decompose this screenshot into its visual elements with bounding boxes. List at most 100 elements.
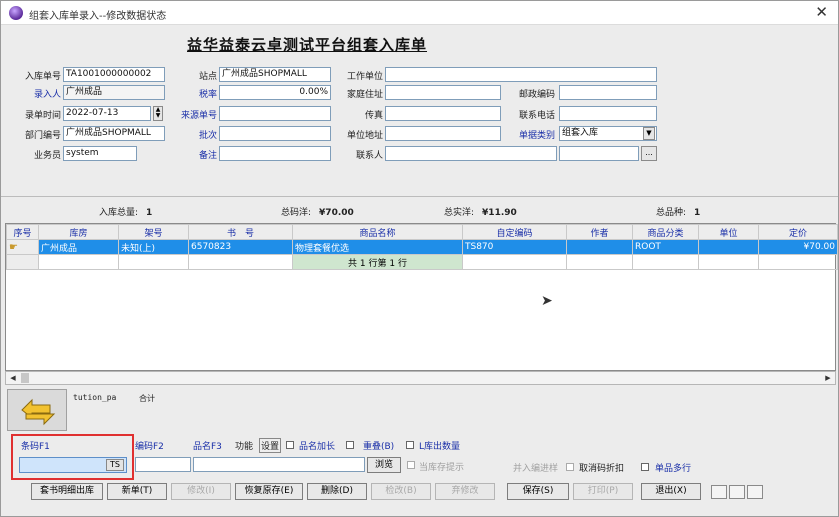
discount-label: 取消码折扣 bbox=[579, 464, 625, 474]
table-row[interactable]: 共 1 行第 1 行 bbox=[6, 254, 838, 270]
dept-code-field[interactable]: 广州成品SHOPMALL bbox=[63, 126, 165, 141]
table-cell[interactable]: ROOT bbox=[632, 239, 699, 255]
doc-type-label: 单据类别 bbox=[518, 131, 555, 141]
col-header[interactable]: 商品名称 bbox=[292, 224, 463, 240]
merge-checkbox[interactable] bbox=[566, 463, 574, 471]
contact-field[interactable] bbox=[385, 146, 557, 161]
source-no-field[interactable] bbox=[219, 106, 331, 121]
browse-dots-button[interactable]: ... bbox=[641, 146, 657, 161]
col-header[interactable]: 作者 bbox=[566, 224, 633, 240]
table-cell[interactable] bbox=[566, 239, 633, 255]
name-plus-label: 品名加长 bbox=[299, 442, 336, 452]
barcode-label: 条码F1 bbox=[21, 442, 50, 452]
reprint-checkbox[interactable] bbox=[406, 441, 414, 449]
code-input[interactable] bbox=[135, 457, 191, 472]
postal-code-field[interactable] bbox=[559, 85, 657, 100]
table-cell[interactable]: 6570823 bbox=[188, 239, 293, 255]
entry-person-field[interactable]: 广州成品 bbox=[63, 85, 165, 100]
new-button[interactable]: 新单(T) bbox=[107, 483, 167, 500]
contact-extra-field[interactable] bbox=[559, 146, 639, 161]
home-address-field[interactable] bbox=[385, 85, 501, 100]
close-icon[interactable]: ✕ bbox=[815, 4, 828, 20]
print-button[interactable]: 打印(P) bbox=[573, 483, 633, 500]
table-cell[interactable] bbox=[698, 239, 759, 255]
tax-rate-label: 税率 bbox=[198, 90, 217, 100]
audit-button[interactable]: 检改(B) bbox=[371, 483, 431, 500]
delete-button[interactable]: 删除(D) bbox=[307, 483, 367, 500]
function-checkbox[interactable] bbox=[286, 441, 294, 449]
browse-button[interactable]: 浏览 bbox=[367, 457, 401, 473]
col-header[interactable]: 定价 bbox=[758, 224, 838, 240]
header-form: 益华益泰云卓测试平台组套入库单 入库单号 TA1001000000002 录入人… bbox=[1, 26, 838, 191]
ts-badge[interactable]: TS bbox=[106, 459, 124, 471]
phone-field[interactable] bbox=[559, 106, 657, 121]
batch-label: 批次 bbox=[198, 131, 217, 141]
scroll-left-icon[interactable]: ◀ bbox=[6, 372, 20, 384]
window-mode-icon[interactable] bbox=[711, 485, 727, 499]
total-actual: 总实洋: ¥11.90 bbox=[444, 208, 517, 218]
restore-button[interactable]: 恢复原存(E) bbox=[235, 483, 303, 500]
row-pointer-icon: ☛ bbox=[6, 239, 39, 255]
extra-option-button[interactable] bbox=[729, 485, 745, 499]
entry-person-label: 录入人 bbox=[33, 90, 61, 100]
stock-prompt-label: 当库存提示 bbox=[419, 463, 465, 473]
site-field[interactable]: 广州成品SHOPMALL bbox=[219, 67, 331, 82]
col-header[interactable]: 自定编码 bbox=[462, 224, 567, 240]
batch-field[interactable] bbox=[219, 126, 331, 141]
scroll-thumb[interactable] bbox=[21, 373, 29, 383]
unit-address-label: 单位地址 bbox=[346, 131, 383, 141]
salesperson-field[interactable]: system bbox=[63, 146, 137, 161]
work-unit-label: 工作单位 bbox=[346, 72, 383, 82]
page-title: 益华益泰云卓测试平台组套入库单 bbox=[187, 36, 428, 54]
cancel-audit-button[interactable]: 弃修改 bbox=[435, 483, 495, 500]
table-cell[interactable]: 未知(上) bbox=[118, 239, 189, 255]
remark-field[interactable] bbox=[219, 146, 331, 161]
modify-button[interactable]: 修改(I) bbox=[171, 483, 231, 500]
exit-button[interactable]: 退出(X) bbox=[641, 483, 701, 500]
name-plus-checkbox[interactable] bbox=[346, 441, 354, 449]
items-grid[interactable]: 序号 库房 架号 书 号 商品名称 自定编码 作者 商品分类 单位 定价 ☛ 广… bbox=[5, 223, 838, 371]
col-header[interactable]: 序号 bbox=[6, 224, 39, 240]
chevron-down-icon[interactable]: ▼ bbox=[643, 127, 655, 140]
inbound-no-field[interactable]: TA1001000000002 bbox=[63, 67, 165, 82]
save-button[interactable]: 保存(S) bbox=[507, 483, 569, 500]
barcode-input[interactable]: TS bbox=[19, 457, 127, 473]
grid-header: 序号 库房 架号 书 号 商品名称 自定编码 作者 商品分类 单位 定价 bbox=[6, 224, 838, 240]
work-unit-field[interactable] bbox=[385, 67, 657, 82]
fax-field[interactable] bbox=[385, 106, 501, 121]
refresh-arrows-icon[interactable] bbox=[7, 389, 67, 431]
table-cell[interactable]: TS870 bbox=[462, 239, 567, 255]
col-header[interactable]: 商品分类 bbox=[632, 224, 699, 240]
app-window: 组套入库单录入--修改数据状态 ✕ 益华益泰云卓测试平台组套入库单 入库单号 T… bbox=[0, 0, 839, 517]
tax-rate-field[interactable]: 0.00% bbox=[219, 85, 331, 100]
merge-label: 并入编进样 bbox=[513, 464, 559, 474]
table-cell[interactable]: 物理套餐优选 bbox=[292, 239, 463, 255]
current-user: tution_pa bbox=[73, 393, 117, 402]
entry-date-field[interactable]: 2022-07-13 bbox=[63, 106, 151, 121]
single-row-label: 单品多行 bbox=[655, 464, 692, 474]
set-book-button[interactable]: 套书明细出库 bbox=[31, 483, 103, 500]
contact-label: 联系人 bbox=[355, 151, 383, 161]
date-spinner-icon[interactable]: ▲ ▼ bbox=[153, 106, 163, 121]
name-input[interactable] bbox=[193, 457, 365, 472]
single-row-checkbox[interactable] bbox=[641, 463, 649, 471]
col-header[interactable]: 架号 bbox=[118, 224, 189, 240]
col-header[interactable]: 单位 bbox=[698, 224, 759, 240]
stock-prompt-checkbox[interactable] bbox=[407, 461, 415, 469]
dept-code-label: 部门编号 bbox=[24, 131, 61, 141]
table-cell[interactable]: ¥70.00 bbox=[758, 239, 838, 255]
extra-option-button[interactable] bbox=[747, 485, 763, 499]
table-cell[interactable]: 广州成品 bbox=[38, 239, 119, 255]
horizontal-scrollbar[interactable]: ◀ ▶ bbox=[5, 371, 836, 385]
settings-button[interactable]: 设置 bbox=[259, 438, 282, 453]
site-label: 站点 bbox=[198, 72, 217, 82]
scroll-right-icon[interactable]: ▶ bbox=[821, 372, 835, 384]
postal-code-label: 邮政编码 bbox=[518, 90, 555, 100]
col-header[interactable]: 库房 bbox=[38, 224, 119, 240]
unit-address-field[interactable] bbox=[385, 126, 501, 141]
fax-label: 传真 bbox=[364, 111, 383, 121]
source-no-label: 来源单号 bbox=[180, 111, 217, 121]
table-row[interactable]: ☛ 广州成品 未知(上) 6570823 物理套餐优选 TS870 ROOT ¥… bbox=[6, 239, 838, 255]
window-title: 组套入库单录入--修改数据状态 bbox=[29, 11, 167, 22]
col-header[interactable]: 书 号 bbox=[188, 224, 293, 240]
